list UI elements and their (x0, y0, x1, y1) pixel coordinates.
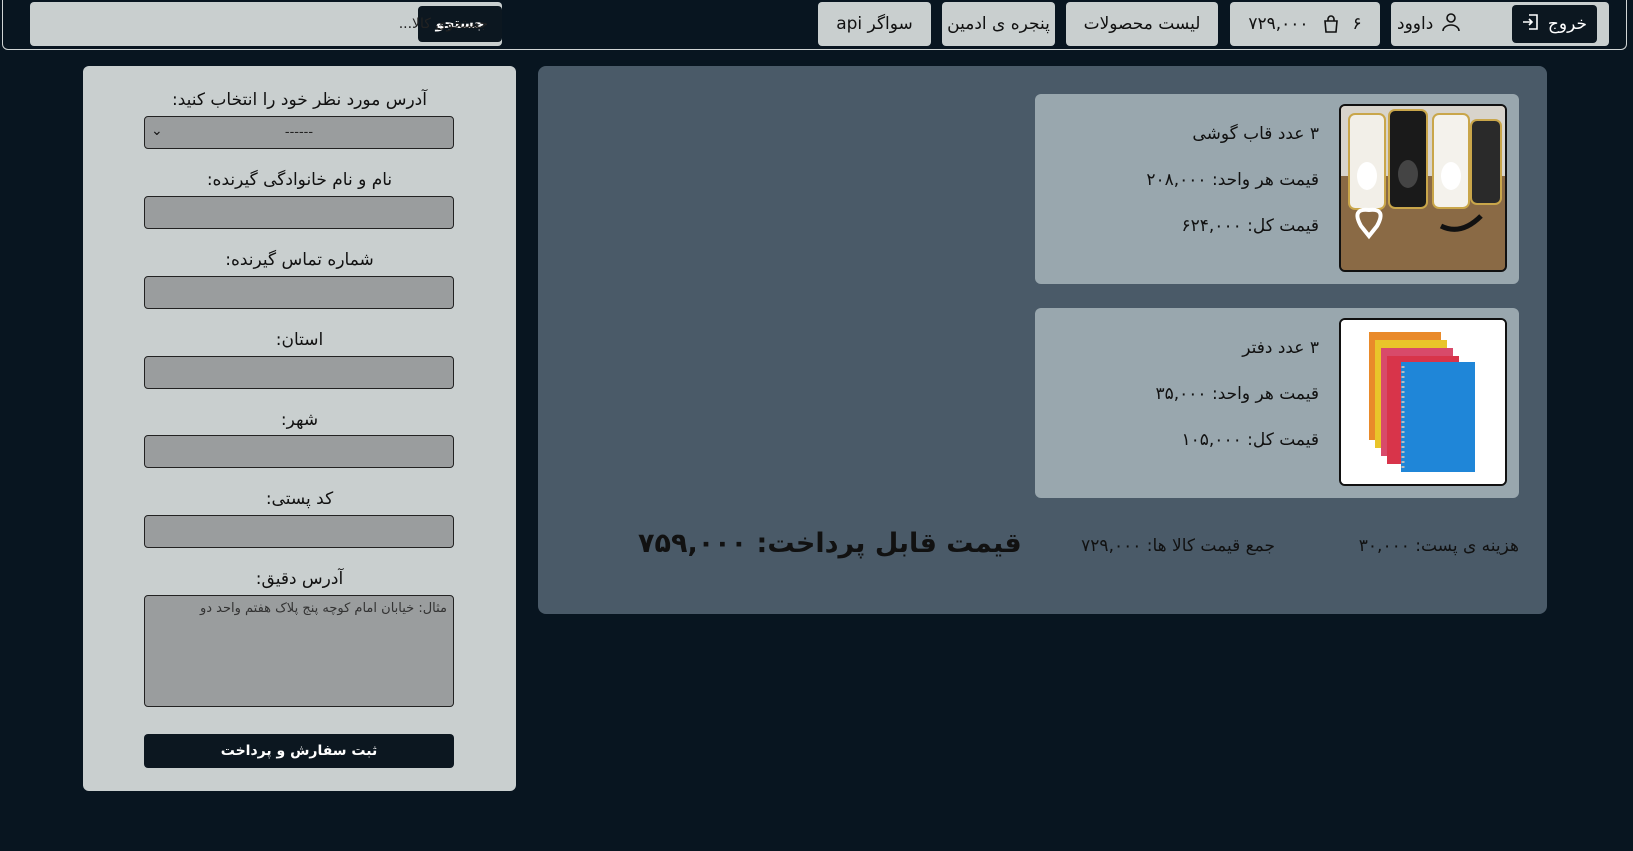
user-icon (1441, 12, 1461, 37)
cart-count: ۶ (1352, 14, 1362, 34)
admin-panel-link[interactable]: پنجره ی ادمین (942, 2, 1055, 46)
phone-case-image (1339, 104, 1507, 272)
city-input[interactable] (144, 435, 454, 468)
exact-address-textarea[interactable]: مثال: خیابان امام کوچه پنج پلاک هفتم واح… (144, 595, 454, 707)
user-name: داوود (1397, 14, 1434, 34)
receiver-phone-label: شماره تماس گیرنده: (225, 250, 374, 270)
payable-total: قیمت قابل پرداخت: ۷۵۹,۰۰۰ (638, 528, 1022, 559)
logout-label: خروج (1547, 14, 1587, 34)
receiver-name-input[interactable] (144, 196, 454, 229)
products-list-link[interactable]: لیست محصولات (1066, 2, 1218, 46)
receiver-phone-input[interactable] (144, 276, 454, 309)
postal-code-label: کد پستی: (265, 489, 334, 509)
user-menu: خروج داوود (1391, 2, 1609, 46)
province-label: استان: (275, 330, 324, 350)
items-sum: جمع قیمت کالا ها: ۷۲۹,۰۰۰ (1081, 536, 1275, 556)
submit-order-button[interactable]: ثبت سفارش و پرداخت (144, 734, 454, 768)
postal-code-input[interactable] (144, 515, 454, 548)
top-navbar: جستجو جستجوی کالا... سواگر api پنجره ی ا… (2, 0, 1627, 50)
cart-item: ۳ عدد قاب گوشی قیمت هر واحد: ۲۰۸,۰۰۰ قیم… (1035, 94, 1519, 284)
item-title: ۳ عدد قاب گوشی (1192, 124, 1319, 144)
address-select-value: ------ (284, 125, 314, 140)
chevron-down-icon: ⌄ (151, 123, 163, 139)
shopping-bag-icon (1321, 14, 1341, 34)
search-input[interactable]: جستجوی کالا... (399, 2, 488, 46)
province-input[interactable] (144, 356, 454, 389)
item-unit-price: قیمت هر واحد: ۳۵,۰۰۰ (1155, 384, 1320, 404)
cart-panel: ۳ عدد قاب گوشی قیمت هر واحد: ۲۰۸,۰۰۰ قیم… (538, 66, 1547, 614)
cart-button[interactable]: ۶ ۷۲۹,۰۰۰ (1230, 2, 1380, 46)
logout-icon (1522, 13, 1540, 36)
city-label: شهر: (280, 410, 319, 430)
exact-address-label: آدرس دقیق: (255, 569, 344, 589)
user-profile[interactable]: داوود (1397, 12, 1461, 37)
search-bar: جستجو جستجوی کالا... (30, 2, 502, 46)
item-unit-price: قیمت هر واحد: ۲۰۸,۰۰۰ (1146, 170, 1319, 190)
cart-total: ۷۲۹,۰۰۰ (1248, 14, 1309, 34)
swagger-api-link[interactable]: سواگر api (818, 2, 931, 46)
shipping-cost: هزینه ی پست: ۳۰,۰۰۰ (1358, 536, 1519, 556)
receiver-name-label: نام و نام خانوادگی گیرنده: (206, 170, 393, 190)
notebook-image (1339, 318, 1507, 486)
item-title: ۳ عدد دفتر (1242, 338, 1319, 358)
logout-button[interactable]: خروج (1511, 5, 1597, 43)
address-select[interactable]: ------ ⌄ (144, 116, 454, 149)
order-form: آدرس مورد نظر خود را انتخاب کنید: ------… (83, 66, 516, 791)
item-total-price: قیمت کل: ۱۰۵,۰۰۰ (1181, 430, 1319, 450)
address-select-label: آدرس مورد نظر خود را انتخاب کنید: (172, 90, 427, 110)
cart-item: ۳ عدد دفتر قیمت هر واحد: ۳۵,۰۰۰ قیمت کل:… (1035, 308, 1519, 498)
item-total-price: قیمت کل: ۶۲۴,۰۰۰ (1181, 216, 1319, 236)
